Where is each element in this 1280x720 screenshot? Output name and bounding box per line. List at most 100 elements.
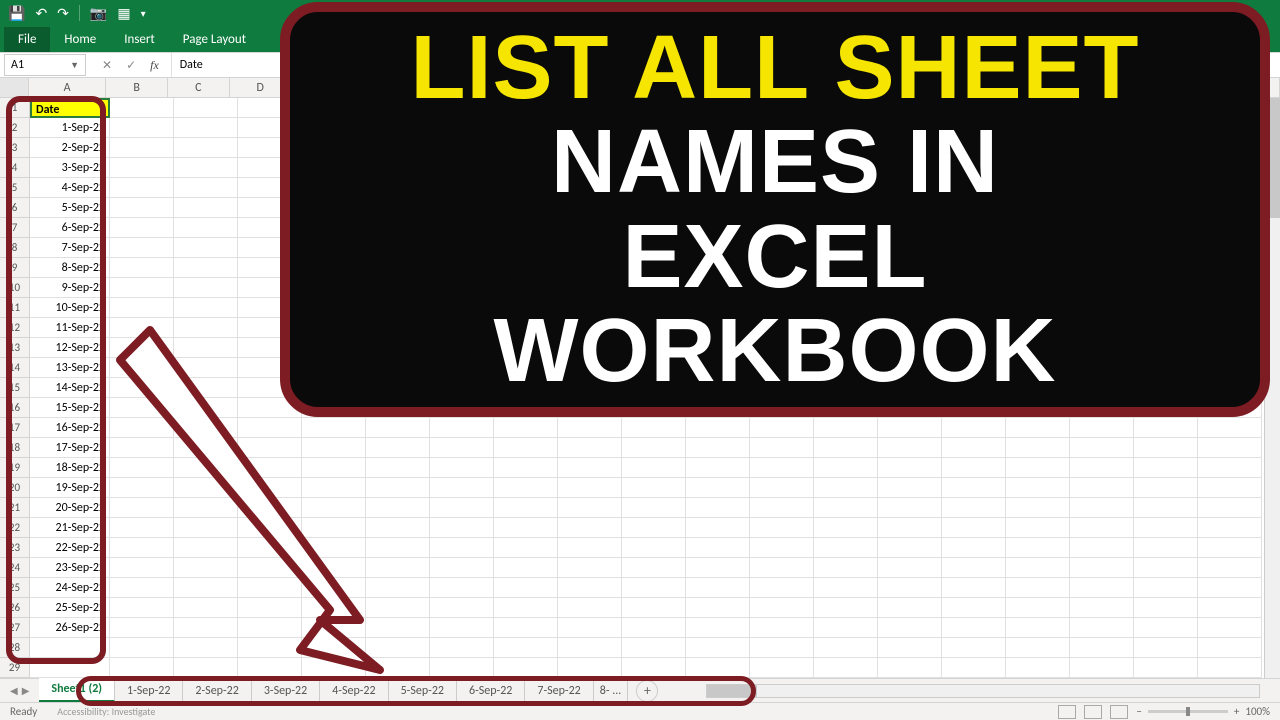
cell[interactable] xyxy=(622,418,686,438)
cell[interactable] xyxy=(238,578,302,598)
cell-header[interactable]: Date xyxy=(30,98,110,118)
cell[interactable] xyxy=(942,578,1006,598)
cell[interactable] xyxy=(238,618,302,638)
cell[interactable] xyxy=(814,638,878,658)
cell[interactable] xyxy=(1006,538,1070,558)
cell[interactable] xyxy=(878,458,942,478)
row-header[interactable]: 8 xyxy=(0,238,30,258)
cell[interactable] xyxy=(750,438,814,458)
cell[interactable] xyxy=(558,638,622,658)
cell[interactable] xyxy=(814,418,878,438)
cell[interactable] xyxy=(686,498,750,518)
cell[interactable] xyxy=(1134,638,1198,658)
zoom-control[interactable]: − + 100% xyxy=(1136,705,1270,718)
cell[interactable] xyxy=(366,418,430,438)
cell[interactable] xyxy=(110,498,174,518)
cell[interactable] xyxy=(814,598,878,618)
cell[interactable] xyxy=(110,178,174,198)
cell[interactable] xyxy=(110,478,174,498)
cell[interactable] xyxy=(1070,478,1134,498)
cell[interactable] xyxy=(686,558,750,578)
cell[interactable] xyxy=(174,118,238,138)
row-header[interactable]: 26 xyxy=(0,598,30,618)
sheet-tab[interactable]: 5-Sep-22 xyxy=(389,680,457,702)
cell[interactable] xyxy=(622,658,686,678)
cell[interactable] xyxy=(110,298,174,318)
cell[interactable] xyxy=(942,518,1006,538)
row-header[interactable]: 18 xyxy=(0,438,30,458)
cell[interactable] xyxy=(1070,438,1134,458)
zoom-slider[interactable] xyxy=(1148,710,1228,713)
cell[interactable] xyxy=(814,458,878,478)
row-header[interactable]: 2 xyxy=(0,118,30,138)
sheet-tab[interactable]: Sheet1 (2) xyxy=(39,678,115,702)
cell[interactable]: 18-Sep-22 xyxy=(30,458,110,478)
cell[interactable]: 15-Sep-22 xyxy=(30,398,110,418)
cell[interactable] xyxy=(110,218,174,238)
cell[interactable] xyxy=(238,558,302,578)
cell[interactable] xyxy=(110,458,174,478)
tab-file[interactable]: File xyxy=(4,27,50,52)
cell[interactable]: 12-Sep-22 xyxy=(30,338,110,358)
cell[interactable] xyxy=(238,458,302,478)
name-box[interactable]: A1 ▼ xyxy=(4,54,86,76)
cell[interactable] xyxy=(1006,598,1070,618)
cell[interactable] xyxy=(622,598,686,618)
cell[interactable] xyxy=(174,238,238,258)
cell[interactable] xyxy=(174,98,238,118)
cell[interactable] xyxy=(174,218,238,238)
view-normal-button[interactable] xyxy=(1058,705,1076,719)
cell[interactable] xyxy=(430,518,494,538)
horizontal-scrollbar[interactable] xyxy=(706,684,1260,698)
cell[interactable] xyxy=(110,558,174,578)
cell[interactable] xyxy=(174,618,238,638)
cell[interactable] xyxy=(494,598,558,618)
cell[interactable] xyxy=(942,638,1006,658)
cell[interactable]: 1-Sep-22 xyxy=(30,118,110,138)
cell[interactable] xyxy=(302,578,366,598)
cell[interactable] xyxy=(430,578,494,598)
sheet-tab[interactable]: 1-Sep-22 xyxy=(115,680,183,702)
cell[interactable] xyxy=(174,298,238,318)
cell[interactable] xyxy=(878,478,942,498)
camera-icon[interactable]: 📷 xyxy=(90,5,107,22)
cell[interactable] xyxy=(174,358,238,378)
cell[interactable] xyxy=(110,518,174,538)
cell[interactable] xyxy=(30,638,110,658)
cell[interactable] xyxy=(750,418,814,438)
sheet-tab[interactable]: 2-Sep-22 xyxy=(183,680,251,702)
view-page-break-button[interactable] xyxy=(1110,705,1128,719)
cell[interactable] xyxy=(110,538,174,558)
cell[interactable] xyxy=(30,658,110,678)
cell[interactable]: 26-Sep-22 xyxy=(30,618,110,638)
cell[interactable] xyxy=(110,578,174,598)
cell[interactable] xyxy=(174,378,238,398)
col-header-B[interactable]: B xyxy=(106,78,168,97)
cell[interactable] xyxy=(110,658,174,678)
tab-page-layout[interactable]: Page Layout xyxy=(169,27,260,52)
cell[interactable] xyxy=(494,458,558,478)
cell[interactable] xyxy=(1006,498,1070,518)
cell[interactable] xyxy=(174,278,238,298)
cell[interactable] xyxy=(622,578,686,598)
row-header[interactable]: 17 xyxy=(0,418,30,438)
cell[interactable] xyxy=(366,518,430,538)
cell[interactable] xyxy=(942,418,1006,438)
cell[interactable] xyxy=(558,518,622,538)
row-header[interactable]: 24 xyxy=(0,558,30,578)
cell[interactable] xyxy=(814,478,878,498)
cell[interactable] xyxy=(1134,438,1198,458)
cell[interactable] xyxy=(430,638,494,658)
row-header[interactable]: 6 xyxy=(0,198,30,218)
cell[interactable] xyxy=(302,418,366,438)
cell[interactable] xyxy=(110,418,174,438)
cell[interactable]: 21-Sep-22 xyxy=(30,518,110,538)
cell[interactable]: 13-Sep-22 xyxy=(30,358,110,378)
cell[interactable] xyxy=(174,418,238,438)
row-header[interactable]: 22 xyxy=(0,518,30,538)
cell[interactable] xyxy=(686,538,750,558)
row-header[interactable]: 11 xyxy=(0,298,30,318)
cell[interactable] xyxy=(174,598,238,618)
cell[interactable] xyxy=(1006,638,1070,658)
cell[interactable] xyxy=(814,558,878,578)
